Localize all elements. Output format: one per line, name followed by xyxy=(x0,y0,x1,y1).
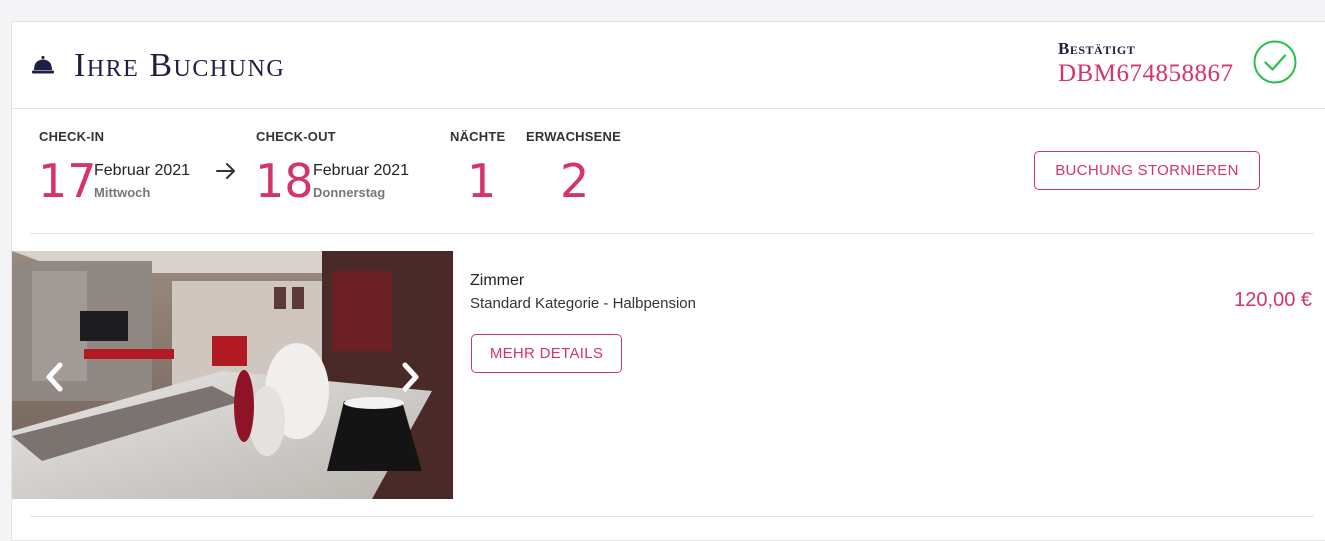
checkout-month: Februar 2021 xyxy=(313,162,410,179)
chevron-right-icon[interactable] xyxy=(398,361,422,393)
status-label: Bestätigt xyxy=(1058,39,1136,58)
nights-value: 1 xyxy=(467,154,497,208)
section-divider xyxy=(30,233,1314,234)
room-title: Zimmer xyxy=(470,272,525,289)
adults-value: 2 xyxy=(560,154,590,208)
checkin-day: 17 xyxy=(38,154,97,208)
room-price: 120,00 € xyxy=(1234,289,1312,311)
adults-label: ERWACHSENE xyxy=(526,129,621,144)
room-photo-image xyxy=(12,251,453,499)
checkout-day: 18 xyxy=(255,154,314,208)
checkin-month: Februar 2021 xyxy=(94,162,191,179)
page-title: Ihre Buchung xyxy=(74,47,286,84)
checkin-label: CHECK-IN xyxy=(39,129,105,144)
room-photo xyxy=(12,251,453,499)
booking-header: Ihre Buchung Bestätigt DBM674858867 xyxy=(12,22,1325,109)
checkout-weekday: Donnerstag xyxy=(313,185,386,200)
bottom-divider xyxy=(30,516,1314,517)
arrow-right-icon xyxy=(216,163,235,179)
nights-label: NÄCHTE xyxy=(450,129,506,144)
checkout-label: CHECK-OUT xyxy=(256,129,336,144)
more-details-button[interactable]: MEHR DETAILS xyxy=(471,334,622,373)
booking-number: DBM674858867 xyxy=(1058,60,1234,87)
cancel-booking-button[interactable]: BUCHUNG STORNIEREN xyxy=(1034,151,1260,190)
room-description: Standard Kategorie - Halbpension xyxy=(470,295,696,312)
booking-card: Ihre Buchung Bestätigt DBM674858867 CHEC… xyxy=(11,21,1325,541)
chevron-left-icon[interactable] xyxy=(43,361,67,393)
checkin-weekday: Mittwoch xyxy=(94,185,151,200)
check-circle-icon xyxy=(1253,40,1297,84)
service-bell-icon xyxy=(32,56,54,74)
